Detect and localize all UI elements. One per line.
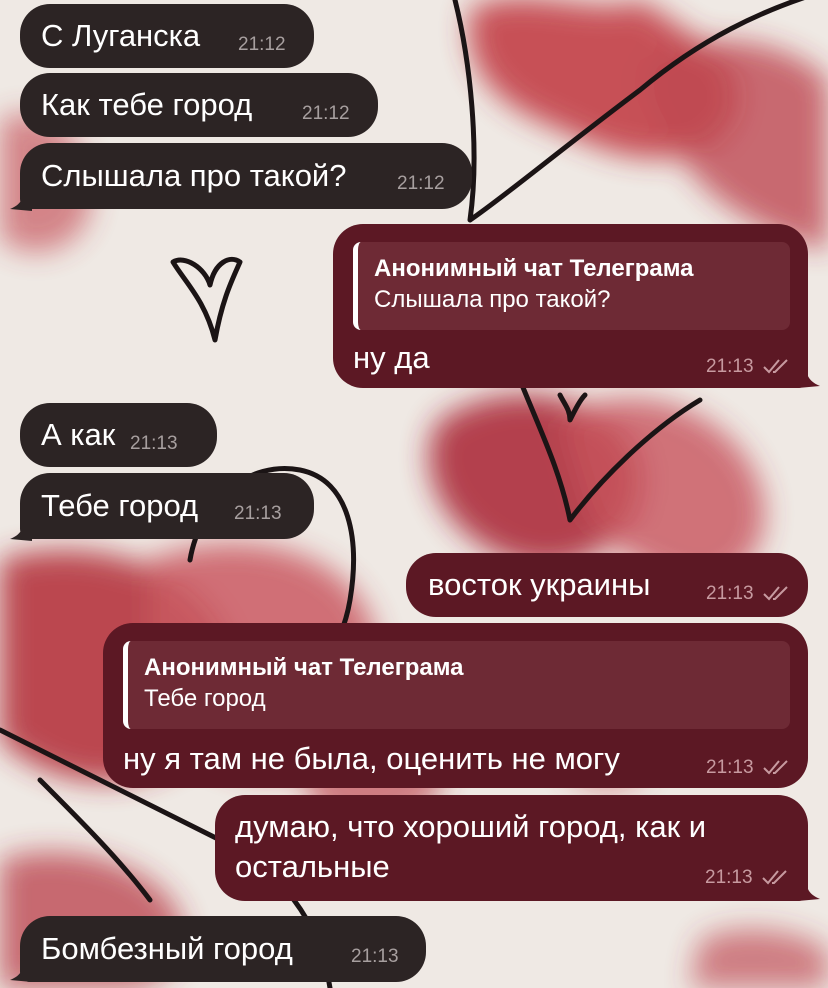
double-check-icon	[763, 586, 788, 601]
message-text: восток украины	[428, 567, 651, 602]
message-text: Бомбезный город	[41, 931, 293, 966]
message-time: 21:12	[397, 173, 445, 194]
reply-text: Тебе город	[144, 685, 266, 712]
outgoing-message[interactable]: восток украины 21:13	[406, 553, 808, 617]
message-time: 21:13	[234, 503, 282, 524]
bubble-tail	[10, 189, 32, 211]
quoted-reply[interactable]: Анонимный чат Телеграма Слышала про тако…	[353, 242, 790, 330]
message-text: С Луганска	[41, 18, 201, 53]
double-check-icon	[763, 760, 788, 775]
message-time: 21:13	[130, 433, 178, 454]
reply-text: Слышала про такой?	[374, 286, 611, 313]
double-check-icon	[762, 870, 787, 885]
message-time: 21:13	[706, 356, 754, 377]
message-time: 21:13	[351, 946, 399, 967]
bubble-tail	[798, 879, 820, 901]
message-text-line-2: остальные	[235, 849, 390, 884]
message-time: 21:12	[302, 103, 350, 124]
incoming-message[interactable]: Тебе город 21:13	[20, 473, 314, 539]
message-text: А как	[41, 417, 116, 452]
message-time: 21:13	[706, 757, 754, 778]
message-time: 21:13	[705, 867, 753, 888]
bubble-tail	[10, 960, 32, 982]
message-text: Как тебе город	[41, 87, 253, 122]
outgoing-message[interactable]: думаю, что хороший город, как и остальны…	[215, 795, 808, 901]
outgoing-reply-message[interactable]: Анонимный чат Телеграма Слышала про тако…	[333, 224, 808, 388]
message-time: 21:13	[706, 583, 754, 604]
incoming-message[interactable]: А как 21:13	[20, 403, 217, 467]
double-check-icon	[763, 359, 788, 374]
incoming-message[interactable]: С Луганска 21:12	[20, 4, 314, 68]
incoming-message[interactable]: Как тебе город 21:12	[20, 73, 378, 137]
quoted-reply[interactable]: Анонимный чат Телеграма Тебе город	[123, 641, 790, 729]
message-text-line-1: думаю, что хороший город, как и	[235, 809, 707, 844]
reply-author: Анонимный чат Телеграма	[144, 654, 464, 681]
bubble-tail	[798, 366, 820, 388]
message-text: ну я там не была, оценить не могу	[123, 741, 620, 776]
bubble-tail	[10, 519, 32, 541]
incoming-message[interactable]: Бомбезный город 21:13	[20, 916, 426, 982]
reply-author: Анонимный чат Телеграма	[374, 255, 694, 282]
message-text: Тебе город	[41, 488, 199, 523]
outgoing-reply-message[interactable]: Анонимный чат Телеграма Тебе город ну я …	[103, 623, 808, 788]
incoming-message[interactable]: Слышала про такой? 21:12	[20, 143, 472, 209]
message-text: ну да	[353, 340, 430, 375]
message-text: Слышала про такой?	[41, 158, 347, 193]
message-time: 21:12	[238, 34, 286, 55]
